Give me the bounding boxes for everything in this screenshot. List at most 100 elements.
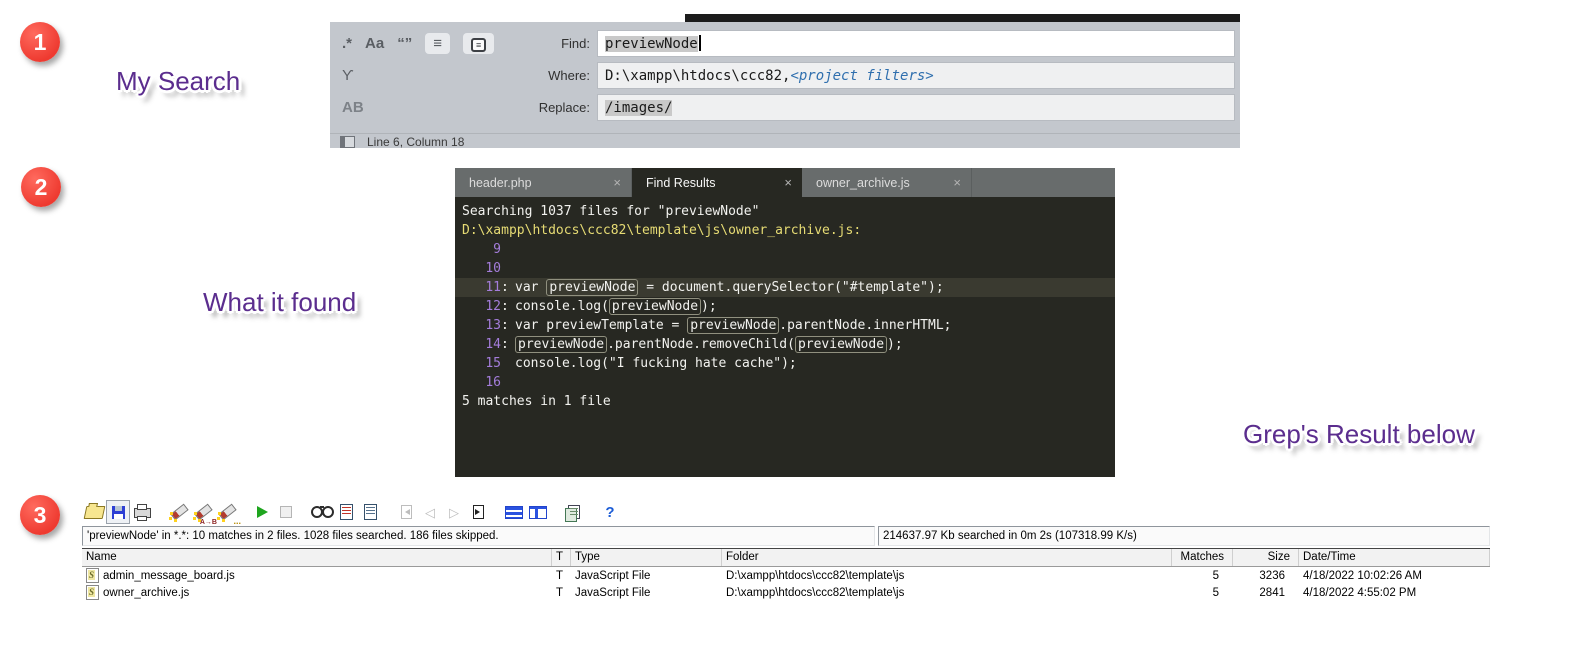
stop-search-icon (274, 500, 298, 524)
wrap-toggle-icon[interactable]: ≡ (425, 33, 450, 54)
column-header-t[interactable]: T (552, 549, 571, 566)
grep-table-body: admin_message_board.js T JavaScript File D:… (82, 567, 1490, 601)
run-search-icon[interactable] (250, 500, 274, 524)
pane-icon[interactable] (340, 135, 355, 148)
prev-match-glyph: ◁ (425, 504, 435, 520)
code-line[interactable]: 12: console.log(previewNode); (455, 297, 1115, 316)
whole-word-toggle-icon[interactable]: “” (397, 35, 412, 52)
where-value: D:\xampp\htdocs\ccc82, (605, 68, 791, 84)
find-input[interactable]: previewNode (597, 30, 1235, 57)
match-report-icon[interactable] (334, 500, 358, 524)
line-separator (501, 354, 515, 373)
file-report-glyph (363, 504, 377, 520)
open-folder-icon[interactable] (82, 500, 106, 524)
case-sensitive-toggle-icon[interactable]: Aa (365, 35, 384, 52)
code-text: previewNode .parentNode.removeChild(previ… (515, 335, 903, 354)
cell-t: T (556, 569, 564, 582)
tab-find-results[interactable]: Find Results × (632, 168, 802, 197)
code-line[interactable]: 9 (455, 240, 1115, 259)
grep-status-summary: 'previewNode' in *.*: 10 matches in 2 fi… (82, 526, 875, 546)
search-options-icon[interactable]: ... (214, 500, 241, 526)
column-header-size[interactable]: Size (1233, 549, 1299, 566)
find-results-code-area[interactable]: Searching 1037 files for "previewNode" D:… (455, 197, 1115, 477)
tab-owner-archive-js[interactable]: owner_archive.js × (802, 168, 972, 197)
code-line[interactable]: 13: var previewTemplate = previewNode .par… (455, 316, 1115, 335)
table-row[interactable]: admin_message_board.js T JavaScript File D:… (82, 567, 1490, 584)
preserve-case-toggle-icon[interactable]: AB (342, 99, 364, 116)
replace-input[interactable]: /images/ (597, 94, 1235, 121)
code-text: console.log("I fucking hate cache"); (515, 356, 797, 371)
cell-name: owner_archive.js (82, 585, 552, 600)
tab-close-icon[interactable]: × (953, 175, 961, 190)
save-icon[interactable] (106, 500, 130, 524)
next-match-icon: ▷ (442, 500, 466, 524)
match-highlight: previewNode (546, 279, 639, 296)
split-horizontal-icon[interactable] (502, 500, 526, 524)
code-line[interactable]: 5 matches in 1 file (455, 392, 1115, 411)
cell-size: 2841 (1259, 586, 1285, 599)
editor-status-bar: Line 6, Column 18 (330, 133, 1240, 149)
column-header-name[interactable]: Name (82, 549, 552, 566)
code-line[interactable]: 11: var previewNode = document.querySelec… (455, 278, 1115, 297)
result-text: Searching 1037 files for "previewNode" (462, 204, 760, 219)
last-match-icon[interactable] (466, 500, 490, 524)
search-icon[interactable] (166, 500, 190, 524)
where-input[interactable]: D:\xampp\htdocs\ccc82,<project filters> (597, 62, 1235, 89)
line-separator (501, 259, 515, 278)
help-icon[interactable]: ? (598, 500, 622, 524)
table-row[interactable]: owner_archive.js T JavaScript File D:\xampp… (82, 584, 1490, 601)
cell-type: JavaScript File (575, 569, 651, 582)
grep-results-table: NameTTypeFolderMatchesSizeDate/Time admi… (82, 548, 1490, 601)
where-project-filters-hint: <project filters> (790, 68, 934, 84)
where-label: Where: (548, 68, 590, 83)
code-text: var previewNode = document.querySelector… (515, 279, 944, 296)
editor-window: header.php × Find Results × owner_archive.js… (455, 168, 1115, 477)
match-highlight: previewNode (608, 298, 702, 315)
cell-matches: 5 (1212, 586, 1219, 599)
search-replace-icon[interactable]: A→B (190, 500, 217, 526)
toolbar-sub-label: ... (233, 516, 241, 526)
code-text: var previewTemplate = previewNode .parent… (515, 317, 952, 334)
result-text: 5 matches in 1 file (462, 394, 611, 409)
line-number: 12 (485, 299, 501, 314)
view-matches-icon[interactable] (310, 500, 334, 524)
step-badge-1: 1 (20, 22, 60, 62)
tab-header-php[interactable]: header.php × (455, 168, 632, 197)
split-horizontal-glyph (505, 505, 523, 519)
code-line[interactable]: 15 console.log("I fucking hate cache"); (455, 354, 1115, 373)
tab-close-icon[interactable]: × (613, 175, 621, 190)
line-number: 11 (485, 280, 501, 295)
line-number: 16 (485, 375, 501, 390)
code-line[interactable]: 16 (455, 373, 1115, 392)
regex-toggle-icon[interactable]: .* (342, 35, 352, 52)
cell-folder: D:\xampp\htdocs\ccc82\template\js (726, 569, 905, 582)
grep-toolbar: A→B... ◁ ▷? (82, 498, 1490, 526)
open-folder-glyph (83, 505, 105, 519)
cell-datetime: 4/18/2022 4:55:02 PM (1303, 586, 1417, 599)
copy-results-icon[interactable] (562, 500, 586, 524)
column-header-type[interactable]: Type (571, 549, 722, 566)
file-report-icon[interactable] (358, 500, 382, 524)
tab-label: header.php (469, 175, 532, 190)
search-glyph (168, 504, 188, 521)
annotation-my-search: My Search (116, 66, 241, 96)
show-context-toggle-icon[interactable]: ≡ (462, 33, 495, 54)
split-vertical-icon[interactable] (526, 500, 550, 524)
column-header-folder[interactable]: Folder (722, 549, 1172, 566)
code-line[interactable]: 14: previewNode .parentNode.removeChild(pr… (455, 335, 1115, 354)
stop-search-glyph (280, 506, 292, 518)
js-file-icon (86, 585, 99, 600)
code-line[interactable]: D:\xampp\htdocs\ccc82\template\js\owner_… (455, 221, 1115, 240)
tab-close-icon[interactable]: × (784, 175, 792, 190)
run-search-glyph (256, 506, 268, 518)
cell-t: T (556, 586, 564, 599)
print-icon[interactable] (130, 500, 154, 524)
split-vertical-glyph (529, 505, 547, 519)
column-header-date-time[interactable]: Date/Time (1299, 549, 1490, 566)
annotation-greps-result: Grep's Result below (1243, 419, 1475, 449)
use-buffer-toggle-icon[interactable]: ϒ (342, 67, 354, 84)
grep-status-speed: 214637.97 Kb searched in 0m 2s (107318.9… (878, 526, 1490, 546)
column-header-matches[interactable]: Matches (1172, 549, 1233, 566)
code-line[interactable]: Searching 1037 files for "previewNode" (455, 202, 1115, 221)
code-line[interactable]: 10 (455, 259, 1115, 278)
